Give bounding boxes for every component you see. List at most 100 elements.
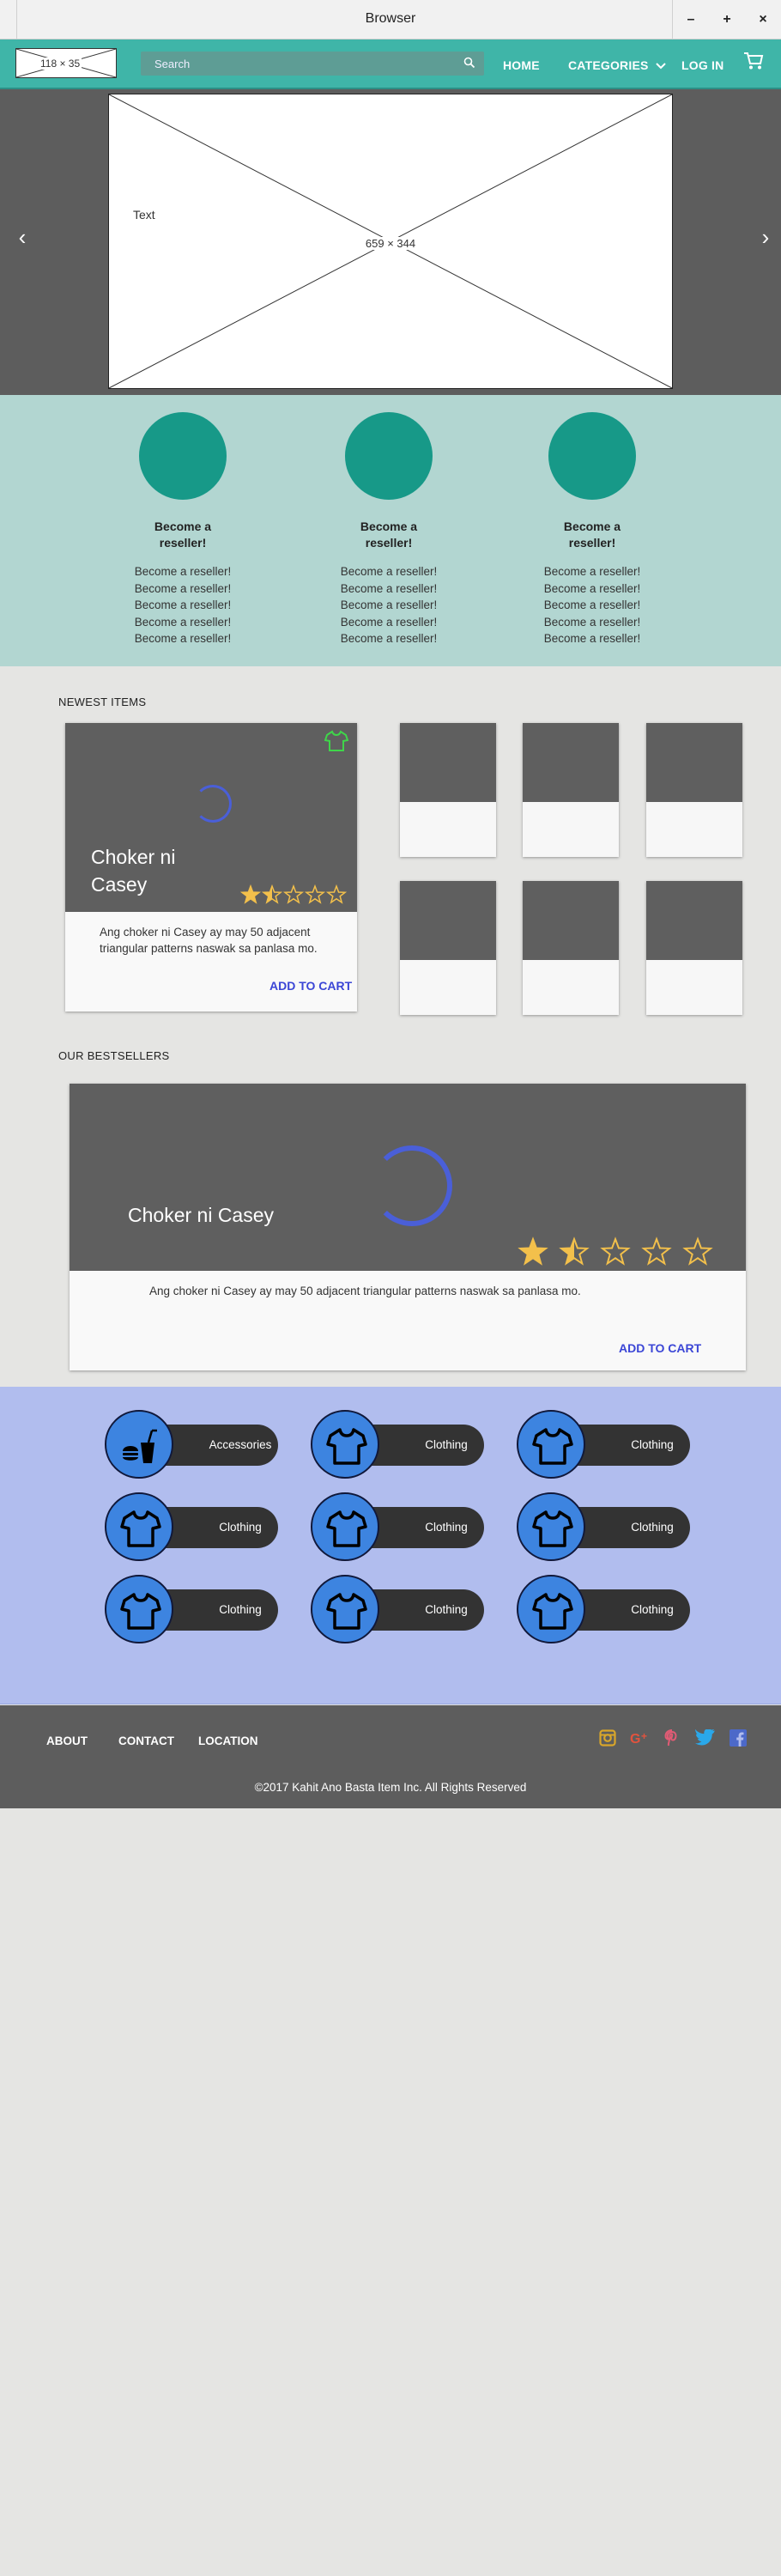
category-label: Clothing: [425, 1438, 468, 1451]
reseller-title-line1: Become a: [154, 519, 212, 533]
reseller-column: Become a reseller! Become a reseller! Be…: [312, 412, 466, 647]
nav-categories-label: CATEGORIES: [568, 58, 649, 72]
shirt-icon: [326, 1428, 367, 1465]
category-icon-circle: [517, 1492, 585, 1561]
product-card-placeholder[interactable]: [400, 881, 496, 1015]
product-name-line2: Casey: [91, 873, 148, 896]
reseller-title-line1: Become a: [360, 519, 418, 533]
category-clothing[interactable]: Clothing: [517, 1575, 690, 1645]
product-card-placeholder[interactable]: [646, 723, 742, 857]
svg-text:G: G: [630, 1732, 640, 1747]
reseller-line: Become a reseller!: [134, 632, 232, 645]
reseller-line: Become a reseller!: [340, 581, 438, 595]
category-icon-circle: [311, 1410, 379, 1479]
nav-login-link[interactable]: LOG IN: [681, 58, 723, 72]
search-input[interactable]: [141, 52, 484, 76]
category-clothing[interactable]: Clothing: [517, 1410, 690, 1480]
browser-title: Browser: [365, 11, 416, 26]
reseller-avatar: [139, 412, 227, 500]
twitter-icon[interactable]: [695, 1729, 716, 1747]
product-card-placeholder[interactable]: [523, 723, 619, 857]
reseller-line: Become a reseller!: [134, 615, 232, 629]
featured-product-card[interactable]: Choker ni Casey Ang choker ni Casey ay m…: [65, 723, 357, 1012]
add-to-cart-button[interactable]: ADD TO CART: [619, 1341, 701, 1355]
hero-caption: Text: [133, 208, 155, 222]
category-accessories[interactable]: Accessories: [105, 1410, 278, 1480]
reseller-line: Become a reseller!: [340, 598, 438, 611]
pinterest-icon[interactable]: [664, 1729, 680, 1747]
reseller-description: Become a reseller! Become a reseller! Be…: [515, 563, 669, 647]
maximize-button[interactable]: +: [709, 0, 745, 39]
category-icon-circle: [105, 1492, 173, 1561]
shirt-icon: [326, 1593, 367, 1630]
logo[interactable]: 118 × 35: [15, 48, 117, 78]
reseller-line: Become a reseller!: [134, 565, 232, 578]
site-footer: ABOUT CONTACT LOCATION G + ©2017 Kahit A…: [0, 1705, 781, 1808]
reseller-line: Become a reseller!: [543, 565, 641, 578]
footer-about-link[interactable]: ABOUT: [46, 1735, 88, 1747]
category-label: Clothing: [631, 1603, 674, 1616]
reseller-description: Become a reseller! Become a reseller! Be…: [312, 563, 466, 647]
category-icon-circle: [105, 1410, 173, 1479]
category-label: Clothing: [425, 1603, 468, 1616]
shirt-icon: [532, 1510, 573, 1547]
top-navbar: 118 × 35 HOME CATEGORIES LOG IN: [0, 39, 781, 89]
close-button[interactable]: ×: [745, 0, 781, 39]
product-rating: [518, 1236, 723, 1267]
reseller-line: Become a reseller!: [543, 615, 641, 629]
svg-text:+: +: [641, 1730, 647, 1742]
category-icon-circle: [311, 1492, 379, 1561]
chevron-down-icon: [655, 63, 666, 70]
reseller-description: Become a reseller! Become a reseller! Be…: [106, 563, 260, 647]
reseller-line: Become a reseller!: [134, 581, 232, 595]
cart-icon[interactable]: [743, 52, 764, 70]
category-label: Accessories: [209, 1438, 272, 1451]
category-icon-circle: [517, 1410, 585, 1479]
bestseller-product-card[interactable]: Choker ni Casey Ang choker ni Casey ay m…: [70, 1084, 746, 1370]
category-clothing[interactable]: Clothing: [311, 1492, 484, 1563]
carousel-prev-arrow[interactable]: ‹: [12, 226, 33, 248]
category-clothing[interactable]: Clothing: [517, 1492, 690, 1563]
nav-home-link[interactable]: HOME: [503, 58, 540, 72]
loading-spinner-icon: [372, 1145, 452, 1226]
nav-categories-dropdown[interactable]: CATEGORIES: [568, 58, 666, 72]
footer-contact-link[interactable]: CONTACT: [118, 1735, 174, 1747]
product-card-placeholder[interactable]: [646, 881, 742, 1015]
shirt-icon: [532, 1593, 573, 1630]
shirt-icon[interactable]: [324, 730, 348, 752]
product-rating: [240, 884, 347, 905]
search-bar: [141, 52, 484, 76]
carousel-next-arrow[interactable]: ›: [755, 226, 776, 248]
product-name: Choker ni Casey: [128, 1204, 275, 1226]
reseller-line: Become a reseller!: [543, 598, 641, 611]
category-label: Clothing: [219, 1603, 262, 1616]
category-clothing[interactable]: Clothing: [311, 1410, 484, 1480]
product-card-placeholder[interactable]: [400, 723, 496, 857]
rating-stars-icon: [518, 1236, 713, 1266]
minimize-button[interactable]: –: [673, 0, 709, 39]
category-icon-circle: [517, 1575, 585, 1643]
instagram-icon[interactable]: [599, 1729, 616, 1747]
reseller-line: Become a reseller!: [340, 565, 438, 578]
category-clothing[interactable]: Clothing: [105, 1575, 278, 1645]
product-name: Choker ni Casey: [91, 843, 175, 898]
google-plus-icon[interactable]: G +: [630, 1729, 651, 1747]
shirt-icon: [532, 1428, 573, 1465]
product-image-placeholder: [400, 881, 496, 960]
reseller-line: Become a reseller!: [543, 632, 641, 645]
product-card-placeholder[interactable]: [523, 881, 619, 1015]
reseller-title-line2: reseller!: [365, 536, 413, 550]
reseller-title-line1: Become a: [563, 519, 621, 533]
shirt-icon: [120, 1593, 161, 1630]
search-icon[interactable]: [463, 57, 475, 69]
footer-location-link[interactable]: LOCATION: [198, 1735, 258, 1747]
product-description: Ang choker ni Casey ay may 50 adjacent t…: [149, 1285, 581, 1297]
facebook-icon[interactable]: [730, 1729, 747, 1747]
category-clothing[interactable]: Clothing: [311, 1575, 484, 1645]
reseller-line: Become a reseller!: [340, 632, 438, 645]
category-clothing[interactable]: Clothing: [105, 1492, 278, 1563]
category-label: Clothing: [631, 1438, 674, 1451]
category-label: Clothing: [631, 1521, 674, 1534]
add-to-cart-button[interactable]: ADD TO CART: [269, 979, 352, 993]
category-icon-circle: [105, 1575, 173, 1643]
